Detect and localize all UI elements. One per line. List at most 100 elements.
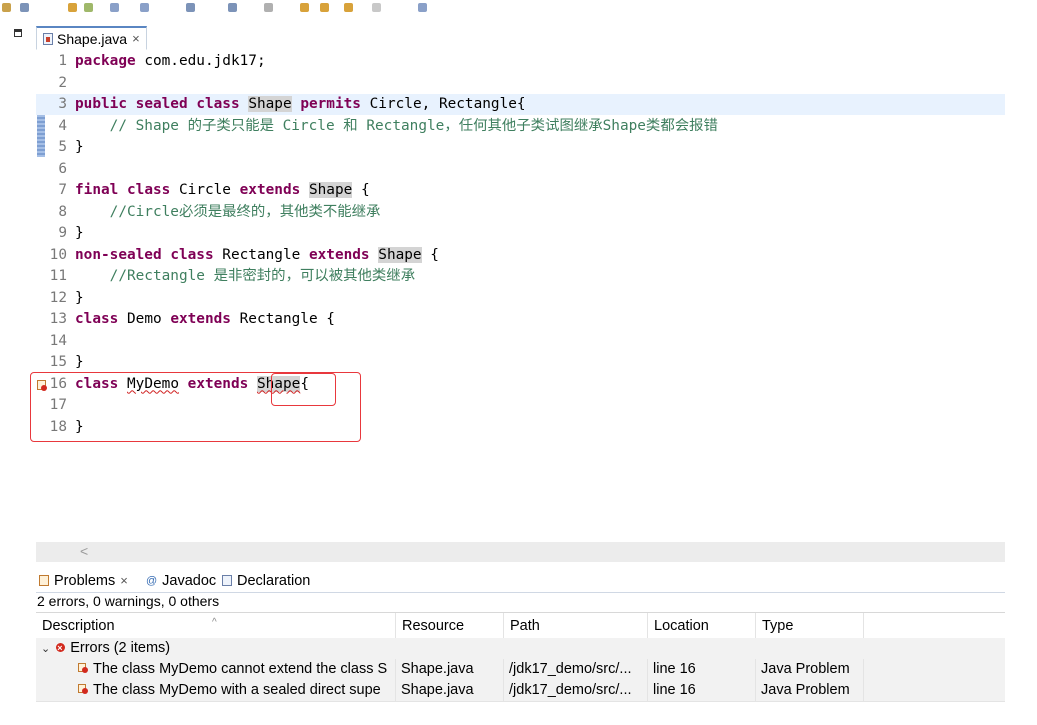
code-editor[interactable]: 1 package com.edu.jdk17; 2 3 public sealed c…	[30, 50, 1005, 542]
toolbar-icon[interactable]	[20, 3, 29, 12]
code-line[interactable]: 3 public sealed class Shape permits Circl…	[36, 94, 1005, 115]
type-cell: Java Problem	[756, 680, 864, 701]
code-token: Shape	[378, 246, 422, 263]
code-line[interactable]: 11 //Rectangle 是非密封的，可以被其他类继承	[36, 266, 1005, 287]
code-token: sealed	[135, 96, 188, 112]
code-token: }	[75, 289, 84, 306]
code-token: {	[352, 182, 370, 198]
column-location[interactable]: Location	[648, 613, 756, 638]
code-token: public	[75, 96, 127, 112]
code-line[interactable]: 7 final class Circle extends Shape {	[36, 180, 1005, 201]
tab-problems[interactable]: Problems ×	[39, 569, 128, 592]
toolbar-icon[interactable]	[2, 3, 11, 12]
code-token: {	[421, 246, 439, 263]
toolbar-icon[interactable]	[300, 3, 309, 12]
code-token: Rectangle	[213, 246, 309, 263]
column-label: Path	[510, 618, 540, 634]
table-row[interactable]: The class MyDemo with a sealed direct su…	[36, 680, 1005, 701]
toolbar-icon[interactable]	[344, 3, 353, 12]
code-token: //Circle必须是最终的，其他类不能继承	[75, 203, 381, 220]
tab-problems-label: Problems	[54, 572, 116, 589]
java-file-icon	[43, 32, 53, 45]
code-text: }	[75, 223, 84, 244]
code-token: }	[75, 354, 84, 370]
code-text: package com.edu.jdk17;	[75, 51, 266, 72]
line-number: 9	[58, 225, 67, 241]
code-token: extends	[239, 182, 301, 198]
problem-marker-icon	[78, 663, 88, 674]
problems-table: Description ^ Resource Path Location Typ…	[36, 612, 1005, 725]
toolbar-icon[interactable]	[228, 3, 237, 12]
path-cell: /jdk17_demo/src/...	[504, 680, 648, 701]
chevron-down-icon[interactable]: ⌄	[41, 639, 50, 659]
toolbar-icon[interactable]	[110, 3, 119, 12]
tab-shape-java[interactable]: Shape.java ×	[36, 26, 147, 50]
code-line[interactable]: 9}	[36, 223, 1005, 244]
declaration-icon	[222, 575, 232, 586]
code-line[interactable]: 12}	[36, 288, 1005, 309]
scroll-left-icon[interactable]: <	[80, 543, 88, 559]
tab-javadoc[interactable]: @ Javadoc	[146, 569, 216, 592]
code-text: }	[75, 352, 84, 373]
toolbar-icon[interactable]	[264, 3, 273, 12]
code-token: Shape	[308, 182, 353, 198]
line-number: 1	[58, 53, 67, 69]
code-line[interactable]: 14	[36, 331, 1005, 352]
code-line[interactable]: 1 package com.edu.jdk17;	[36, 51, 1005, 72]
description-cell: The class MyDemo cannot extend the class…	[36, 659, 396, 680]
toolbar-icon[interactable]	[186, 3, 195, 12]
toolbar-icon[interactable]	[84, 3, 93, 12]
type-cell: Java Problem	[756, 659, 864, 680]
code-line[interactable]: 15}	[36, 352, 1005, 373]
code-token: class	[75, 311, 119, 327]
minimize-icon[interactable]	[14, 29, 22, 37]
code-token: permits	[300, 96, 361, 112]
problems-summary: 2 errors, 0 warnings, 0 others	[37, 593, 220, 609]
horizontal-scrollbar[interactable]: <	[36, 542, 1005, 562]
code-token: class	[170, 246, 214, 263]
code-token: }	[75, 139, 84, 155]
toolbar-icon[interactable]	[418, 3, 427, 12]
close-icon[interactable]: ×	[132, 31, 140, 46]
toolbar-icon[interactable]	[372, 3, 381, 12]
column-resource[interactable]: Resource	[396, 613, 504, 638]
column-type[interactable]: Type	[756, 613, 864, 638]
code-line[interactable]: 10 non-sealed class Rectangle extends Sha…	[36, 245, 1005, 266]
column-label: Type	[762, 618, 794, 634]
toolbar-icon[interactable]	[320, 3, 329, 12]
location-cell: line 16	[648, 659, 756, 680]
toolbar-icon[interactable]	[140, 3, 149, 12]
code-line[interactable]: 13 class Demo extends Rectangle {	[36, 309, 1005, 330]
code-token: }	[75, 225, 84, 241]
table-row[interactable]: The class MyDemo cannot extend the class…	[36, 659, 1005, 680]
description-text: The class MyDemo cannot extend the class…	[93, 661, 388, 677]
column-description[interactable]: Description ^	[36, 613, 396, 638]
tab-declaration[interactable]: Declaration	[222, 569, 310, 592]
code-text: final class Circle extends Shape {	[75, 180, 370, 201]
toolbar-icon[interactable]	[68, 3, 77, 12]
code-line[interactable]: 6	[36, 159, 1005, 180]
code-token: class	[127, 182, 171, 198]
code-line[interactable]: 5}	[36, 137, 1005, 158]
resource-cell: Shape.java	[396, 659, 504, 680]
close-icon[interactable]: ×	[120, 573, 128, 588]
column-path[interactable]: Path	[504, 613, 648, 638]
tree-group-errors[interactable]: ⌄ Errors (2 items)	[36, 638, 1005, 659]
description-cell: The class MyDemo with a sealed direct su…	[36, 680, 396, 701]
column-label: Resource	[402, 618, 465, 634]
code-token: Circle	[170, 182, 240, 198]
line-number: 12	[49, 289, 67, 306]
code-line[interactable]: 2	[36, 73, 1005, 94]
tab-declaration-label: Declaration	[237, 572, 311, 589]
code-token: package	[75, 53, 136, 69]
code-line[interactable]: 4 // Shape 的子类只能是 Circle 和 Rectangle，任何其…	[36, 116, 1005, 137]
code-token: extends	[170, 311, 231, 327]
code-line[interactable]: 8 //Circle必须是最终的，其他类不能继承	[36, 202, 1005, 223]
panel-tab-bar: Problems × @ Javadoc Declaration	[36, 569, 1005, 593]
line-number: 4	[58, 117, 67, 134]
code-token: class	[196, 96, 240, 112]
